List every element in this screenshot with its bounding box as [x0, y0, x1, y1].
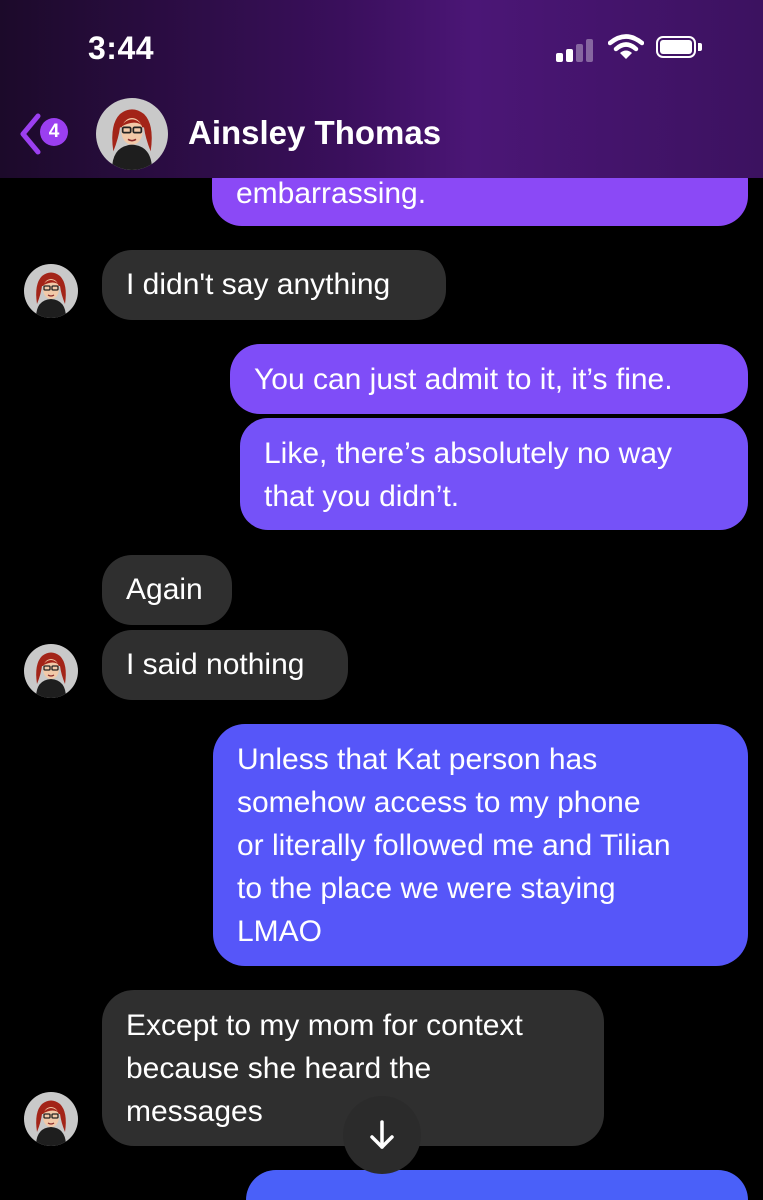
message-bubble-incoming[interactable]: Again: [102, 555, 232, 625]
unread-count-badge: 4: [40, 118, 68, 146]
arrow-down-icon: [370, 1120, 394, 1149]
scroll-to-bottom-button[interactable]: [343, 1096, 421, 1174]
message-bubble-outgoing[interactable]: Unless that Kat person has somehow acces…: [213, 724, 748, 966]
message-text-line: Like, there’s absolutely no way: [264, 437, 673, 470]
message-bubble-outgoing[interactable]: Like, there’s absolutely no way that you…: [240, 418, 748, 530]
cellular-signal-icon: [556, 36, 596, 62]
message-text: embarrassing.: [236, 177, 427, 210]
message-text: You can just admit to it, it’s fine.: [254, 363, 673, 396]
chat-header: 3:44 4 Ainsley Thomas: [0, 0, 763, 178]
message-text: I said nothing: [126, 648, 305, 681]
message-text: I didn't say anything: [126, 268, 391, 301]
message-text-line: to the place we were staying: [237, 872, 616, 905]
avatar-illustration: [24, 644, 78, 698]
message-text-line: somehow access to my phone: [237, 786, 641, 819]
message-text-line: or literally followed me and Tilian: [237, 829, 671, 862]
sender-avatar[interactable]: [24, 644, 78, 698]
message-bubble-outgoing-partial[interactable]: [246, 1170, 748, 1200]
message-bubble-incoming[interactable]: I didn't say anything: [102, 250, 446, 320]
battery-icon: [656, 36, 704, 60]
message-text-line: because she heard the: [126, 1052, 432, 1085]
message-text-line: LMAO: [237, 915, 323, 948]
sender-avatar[interactable]: [24, 264, 78, 318]
status-time: 3:44: [88, 30, 155, 66]
message-text-line: Unless that Kat person has: [237, 743, 598, 776]
message-bubble-incoming[interactable]: I said nothing: [102, 630, 348, 700]
message-bubble-outgoing[interactable]: You can just admit to it, it’s fine.: [230, 344, 748, 414]
message-text: Again: [126, 573, 203, 606]
message-text-line: Except to my mom for context: [126, 1009, 523, 1042]
wifi-icon: [608, 34, 644, 59]
avatar-illustration: [24, 1092, 78, 1146]
avatar-illustration: [96, 98, 168, 170]
sender-avatar[interactable]: [24, 1092, 78, 1146]
contact-avatar[interactable]: [96, 98, 168, 170]
contact-name[interactable]: Ainsley Thomas: [188, 114, 441, 152]
avatar-illustration: [24, 264, 78, 318]
message-text-line: that you didn’t.: [264, 480, 460, 513]
